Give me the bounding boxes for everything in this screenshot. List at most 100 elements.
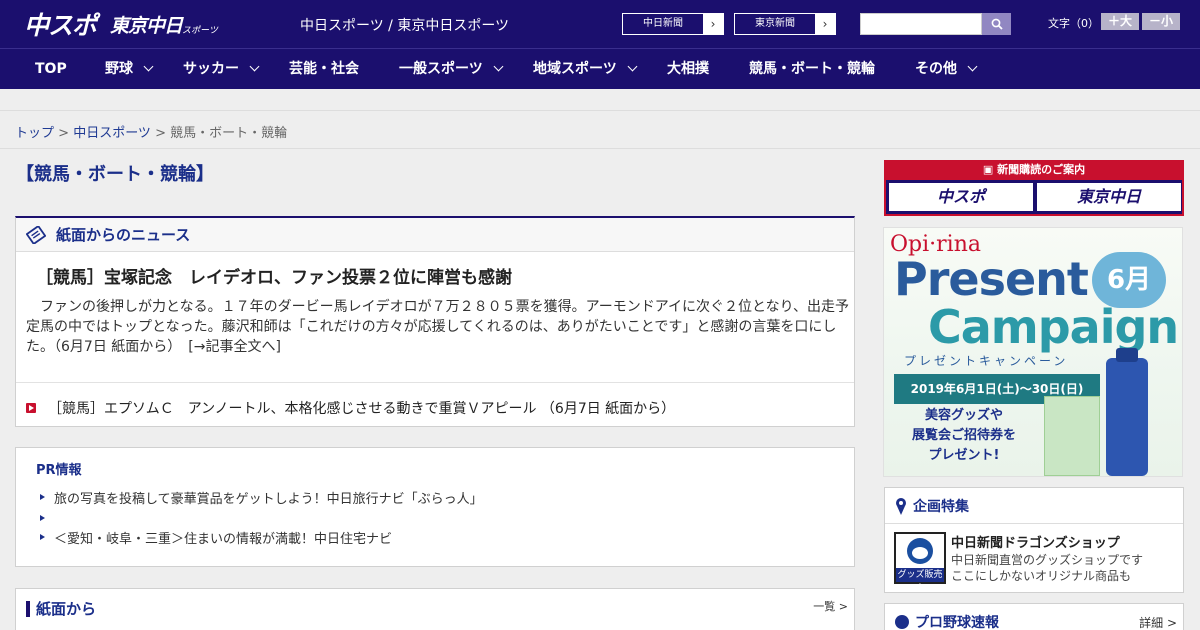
nav-label: 芸能・社会 bbox=[289, 61, 359, 77]
chunichi-shimbun-label: 中日新聞 bbox=[643, 18, 683, 29]
font-smaller-button[interactable]: －小 bbox=[1142, 13, 1180, 30]
site-search bbox=[860, 13, 1011, 35]
pr-item-label: 旅の写真を投稿して豪華賞品をゲットしよう！中日旅行ナビ「ぶらっ人」 bbox=[54, 491, 483, 507]
mascot-face-icon bbox=[907, 538, 933, 564]
bullet-triangle-icon bbox=[40, 515, 45, 521]
list-more-link[interactable]: 一覧 > bbox=[813, 598, 848, 614]
main-nav: TOP 野球 サッカー 芸能・社会 一般スポーツ 地域スポーツ 大相撲 競馬・ボ… bbox=[0, 48, 1200, 89]
nav-item-baseball[interactable]: 野球 bbox=[105, 49, 154, 89]
logo-chuspo: 中スポ bbox=[24, 11, 97, 40]
baseball-icon bbox=[895, 615, 909, 629]
nav-item-racing[interactable]: 競馬・ボート・競輪 bbox=[749, 49, 875, 89]
ad-promo-text: 美容グッズや 展覧会ご招待券を プレゼント! bbox=[912, 408, 1017, 463]
ad-subtitle: プレゼントキャンペーン bbox=[904, 354, 1069, 368]
special-features-heading: 企画特集 bbox=[913, 498, 969, 515]
nav-label: 一般スポーツ bbox=[399, 61, 483, 77]
breadcrumb-section[interactable]: 中日スポーツ bbox=[73, 126, 151, 141]
nav-label: 地域スポーツ bbox=[533, 61, 617, 77]
subscription-heading-text: 新聞購読のご案内 bbox=[997, 163, 1086, 176]
subscription-box: ▣ 新聞購読のご案内 中スポ 東京中日 bbox=[884, 160, 1184, 216]
pr-heading: PR情報 bbox=[36, 463, 82, 478]
product-bottle-image bbox=[1106, 348, 1148, 476]
lead-article-title[interactable]: ［競馬］宝塚記念 レイデオロ、ファン投票２位に陣営も感謝 bbox=[36, 263, 512, 288]
goods-sale-tag: グッズ販売中 bbox=[896, 568, 944, 594]
breadcrumb: トップ > 中日スポーツ > 競馬・ボート・競輪 bbox=[15, 122, 287, 141]
nav-label: 大相撲 bbox=[667, 61, 709, 77]
pro-baseball-box: プロ野球速報 詳細 > bbox=[884, 603, 1184, 630]
chevron-down-icon bbox=[627, 61, 638, 72]
dragons-shop-desc-line: 中日新聞直営のグッズショップです bbox=[951, 553, 1144, 567]
site-name-line: 中日スポーツ / 東京中日スポーツ bbox=[300, 18, 510, 34]
nav-item-general-sports[interactable]: 一般スポーツ bbox=[399, 49, 504, 89]
product-box-image bbox=[1044, 396, 1100, 476]
font-larger-button[interactable]: ＋大 bbox=[1101, 13, 1139, 30]
subscribe-tokyo-chunichi-button[interactable]: 東京中日 bbox=[1037, 183, 1181, 211]
special-features-header: 企画特集 bbox=[885, 488, 1183, 524]
subscription-heading: ▣ 新聞購読のご案内 bbox=[886, 160, 1182, 180]
chunichi-shimbun-link[interactable]: 中日新聞 › bbox=[622, 13, 724, 35]
nav-item-sumo[interactable]: 大相撲 bbox=[667, 49, 709, 89]
chevron-down-icon bbox=[493, 61, 504, 72]
pr-item[interactable]: ＜愛知・岐阜・三重＞住まいの情報が満載！中日住宅ナビ bbox=[40, 528, 393, 547]
nav-label: 野球 bbox=[105, 61, 133, 77]
site-header: 中スポ 東京中日 スポーツ 中日スポーツ / 東京中日スポーツ 中日新聞 › 東… bbox=[0, 0, 1200, 48]
news-item-label: ［競馬］エプソムＣ アンノートル、本格化感じさせる動きで重賞Ｖアピール （6月7… bbox=[48, 401, 676, 417]
subscribe-chuspo-button[interactable]: 中スポ bbox=[889, 183, 1033, 211]
pro-baseball-heading: プロ野球速報 bbox=[915, 615, 999, 630]
site-logo[interactable]: 中スポ 東京中日 スポーツ bbox=[24, 8, 218, 40]
chevron-right-icon: › bbox=[703, 14, 723, 34]
paper-news-header: 紙面からのニュース bbox=[16, 218, 854, 252]
dragons-shop-title[interactable]: 中日新聞ドラゴンズショップ bbox=[951, 532, 1120, 551]
nav-item-other[interactable]: その他 bbox=[915, 49, 978, 89]
pr-item[interactable]: 旅の写真を投稿して豪華賞品をゲットしよう！中日旅行ナビ「ぶらっ人」 bbox=[40, 488, 483, 507]
play-arrow-icon bbox=[26, 403, 36, 413]
font-size-label: 文字（0） bbox=[1048, 17, 1099, 30]
breadcrumb-current: 競馬・ボート・競輪 bbox=[170, 126, 288, 141]
search-input[interactable] bbox=[860, 13, 982, 35]
logo-tokyo-chunichi: 東京中日 bbox=[110, 14, 183, 37]
paper-news-heading: 紙面からのニュース bbox=[56, 226, 191, 244]
from-paper-box: 紙面から 一覧 > bbox=[15, 588, 855, 630]
newspaper-icon: ▣ bbox=[982, 163, 998, 176]
pr-info-box: PR情報 旅の写真を投稿して豪華賞品をゲットしよう！中日旅行ナビ「ぶらっ人」 ＜… bbox=[15, 447, 855, 567]
dragons-shop-description: 中日新聞直営のグッズショップです ここにしかないオリジナル商品も bbox=[951, 552, 1143, 584]
page-title: 【競馬・ボート・競輪】 bbox=[16, 164, 214, 185]
nav-label: TOP bbox=[35, 61, 67, 77]
nav-label: 競馬・ボート・競輪 bbox=[749, 61, 875, 77]
newspaper-icon bbox=[26, 225, 46, 244]
advertisement-banner[interactable]: Opi·rina Present Campaign プレゼントキャンペーン 6月… bbox=[883, 227, 1183, 477]
nav-label: その他 bbox=[915, 61, 957, 77]
divider bbox=[16, 382, 854, 383]
nav-item-local-sports[interactable]: 地域スポーツ bbox=[533, 49, 638, 89]
nav-item-top[interactable]: TOP bbox=[35, 49, 67, 89]
ad-month-cloud: 6月 bbox=[1092, 252, 1166, 308]
paper-news-box: 紙面からのニュース ［競馬］宝塚記念 レイデオロ、ファン投票２位に陣営も感謝 フ… bbox=[15, 216, 855, 427]
bullet-triangle-icon bbox=[40, 534, 45, 540]
nav-item-soccer[interactable]: サッカー bbox=[183, 49, 260, 89]
pr-item-label: ＜愛知・岐阜・三重＞住まいの情報が満載！中日住宅ナビ bbox=[54, 531, 393, 547]
from-paper-heading: 紙面から bbox=[36, 600, 97, 618]
bullet-triangle-icon bbox=[40, 494, 45, 500]
pr-item[interactable] bbox=[40, 509, 54, 527]
search-button[interactable] bbox=[982, 13, 1011, 35]
ad-headline-campaign: Campaign bbox=[928, 300, 1179, 354]
chevron-right-icon: › bbox=[815, 14, 835, 34]
ribbon-medal-icon bbox=[896, 497, 906, 515]
chevron-down-icon bbox=[967, 61, 978, 72]
news-list-item[interactable]: ［競馬］エプソムＣ アンノートル、本格化感じさせる動きで重賞Ｖアピール （6月7… bbox=[26, 398, 675, 418]
lead-article-body: ファンの後押しが力となる。１７年のダービー馬レイデオロが７万２８０５票を獲得。ア… bbox=[26, 299, 850, 355]
breadcrumb-sep: > bbox=[54, 126, 74, 141]
nav-label: サッカー bbox=[183, 61, 239, 77]
logo-sports-small: スポーツ bbox=[182, 26, 218, 36]
baseball-detail-link[interactable]: 詳細 > bbox=[1139, 614, 1177, 630]
special-features-box: 企画特集 グッズ販売中 中日新聞ドラゴンズショップ 中日新聞直営のグッズショップ… bbox=[884, 487, 1184, 594]
breadcrumb-top[interactable]: トップ bbox=[15, 126, 54, 141]
breadcrumb-sep: > bbox=[150, 126, 171, 141]
nav-item-entertainment[interactable]: 芸能・社会 bbox=[289, 49, 359, 89]
search-icon bbox=[991, 18, 1003, 30]
tokyo-shimbun-link[interactable]: 東京新聞 › bbox=[734, 13, 836, 35]
dragons-shop-thumbnail[interactable]: グッズ販売中 bbox=[894, 532, 946, 594]
chevron-down-icon bbox=[143, 61, 154, 72]
divider bbox=[0, 148, 1200, 149]
dragons-shop-desc-line: ここにしかないオリジナル商品も bbox=[951, 569, 1132, 583]
